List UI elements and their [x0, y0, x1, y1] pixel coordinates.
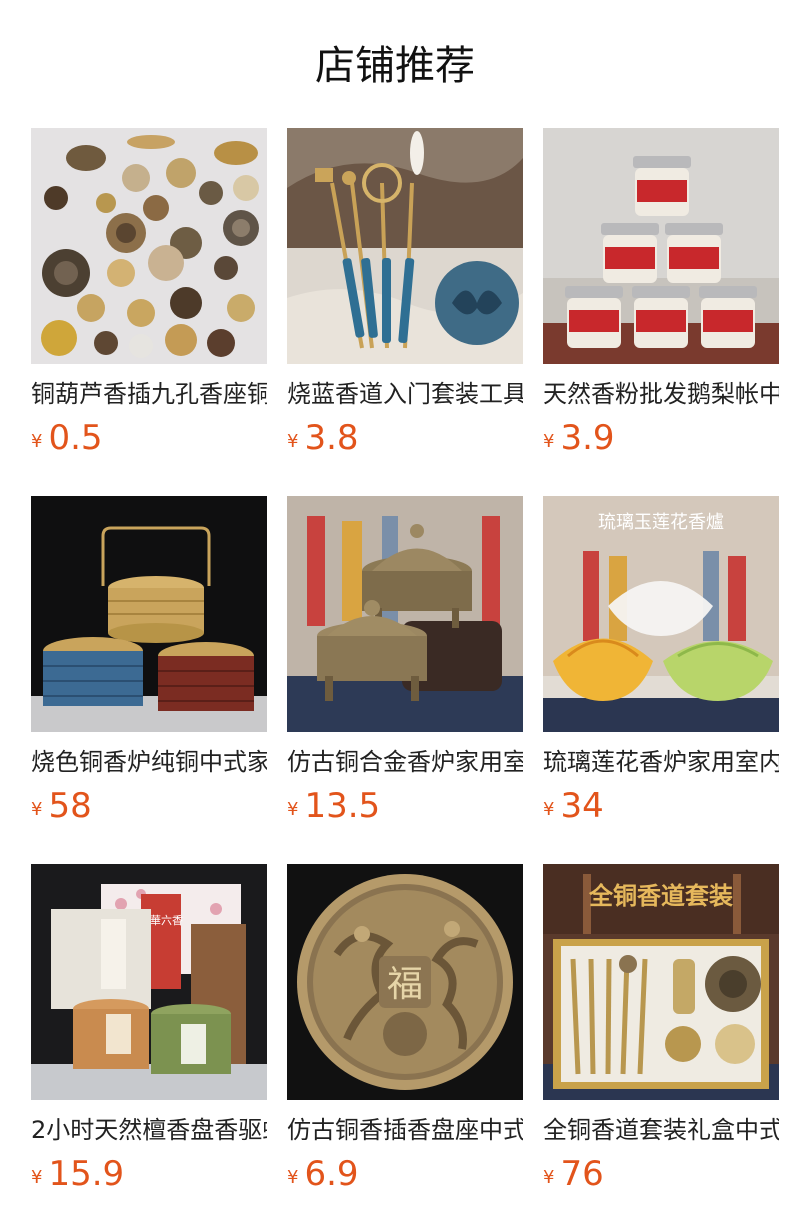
currency-symbol: ¥	[31, 799, 43, 820]
product-name[interactable]: 天然香粉批发鹅梨帐中	[543, 378, 779, 410]
currency-symbol: ¥	[287, 1167, 299, 1188]
page-title: 店铺推荐	[315, 43, 475, 89]
product-name[interactable]: 仿古铜合金香炉家用室	[287, 746, 523, 778]
product-image[interactable]: 全铜香道套装	[543, 864, 779, 1100]
price-value: 58	[48, 786, 92, 826]
product-image[interactable]: 福	[287, 864, 523, 1100]
product-card[interactable]: 烧色铜香炉纯铜中式家 ¥58	[31, 496, 267, 864]
price-value: 3.8	[304, 418, 359, 458]
product-name[interactable]: 全铜香道套装礼盒中式	[543, 1114, 779, 1146]
price-value: 13.5	[304, 786, 381, 826]
product-name[interactable]: 烧蓝香道入门套装工具	[287, 378, 523, 410]
product-image[interactable]	[31, 128, 267, 364]
product-card[interactable]: 全铜香道套装 全铜香道套装礼盒中式 ¥ 76	[543, 864, 779, 1232]
product-price: ¥6.9	[287, 1154, 523, 1194]
currency-symbol: ¥	[31, 1167, 43, 1188]
price-value: 15.9	[48, 1154, 125, 1194]
product-image[interactable]	[287, 496, 523, 732]
price-value: 34	[560, 786, 604, 826]
price-value: 3.9	[560, 418, 615, 458]
product-card[interactable]: 铜葫芦香插九孔香座铜 ¥0.5	[31, 128, 267, 496]
product-image[interactable]: 中華六香	[31, 864, 267, 1100]
product-price: ¥0.5	[31, 418, 267, 458]
product-name[interactable]: 2小时天然檀香盘香驱蚊	[31, 1114, 267, 1146]
coin-character-text: 福	[387, 964, 423, 1005]
product-card[interactable]: 仿古铜合金香炉家用室 ¥13.5	[287, 496, 523, 864]
product-card[interactable]: 福 仿古铜香插香盘座中式 ¥6.9	[287, 864, 523, 1232]
product-price: ¥58	[31, 786, 267, 826]
product-price: ¥3.9	[543, 418, 779, 458]
currency-symbol: ¥	[31, 431, 43, 452]
currency-symbol: ¥	[543, 799, 555, 820]
image-caption-text: 琉璃玉莲花香爐	[598, 512, 724, 533]
product-price: ¥34	[543, 786, 779, 826]
currency-symbol: ¥	[287, 431, 299, 452]
gift-set-caption-text: 全铜香道套装	[588, 881, 733, 910]
currency-symbol: ¥	[287, 799, 299, 820]
product-card[interactable]: 烧蓝香道入门套装工具 ¥3.8	[287, 128, 523, 496]
product-grid: 铜葫芦香插九孔香座铜 ¥0.5 烧蓝香道入门套装工具 ¥ 3.8 天然香粉批发鹅…	[31, 128, 779, 1232]
product-name[interactable]: 烧色铜香炉纯铜中式家	[31, 746, 267, 778]
product-card[interactable]: 中華六香 2小时天然檀香盘香驱蚊 ¥15.9	[31, 864, 267, 1232]
product-name[interactable]: 铜葫芦香插九孔香座铜	[31, 378, 267, 410]
shop-recommend-page: 店铺推荐 铜葫芦香插九孔香座铜 ¥ 0.5 烧蓝香道入门套装工具 ¥ 3.8 天…	[0, 0, 790, 1232]
product-card[interactable]: 天然香粉批发鹅梨帐中 ¥3.9	[543, 128, 779, 496]
currency-symbol: ¥	[543, 431, 555, 452]
product-price: ¥13.5	[287, 786, 523, 826]
product-name[interactable]: 琉璃莲花香炉家用室内	[543, 746, 779, 778]
product-card[interactable]: 琉璃玉莲花香爐 琉璃莲花香炉家用室内 ¥34	[543, 496, 779, 864]
product-image[interactable]	[543, 128, 779, 364]
product-image[interactable]: 琉璃玉莲花香爐	[543, 496, 779, 732]
product-price: ¥3.8	[287, 418, 523, 458]
price-value: 76	[560, 1154, 604, 1194]
currency-symbol: ¥	[543, 1167, 555, 1188]
product-price: ¥15.9	[31, 1154, 267, 1194]
product-name[interactable]: 仿古铜香插香盘座中式	[287, 1114, 523, 1146]
product-price: ¥76	[543, 1154, 779, 1194]
product-image[interactable]	[31, 496, 267, 732]
price-value: 6.9	[304, 1154, 359, 1194]
price-value: 0.5	[48, 418, 103, 458]
product-image[interactable]	[287, 128, 523, 364]
